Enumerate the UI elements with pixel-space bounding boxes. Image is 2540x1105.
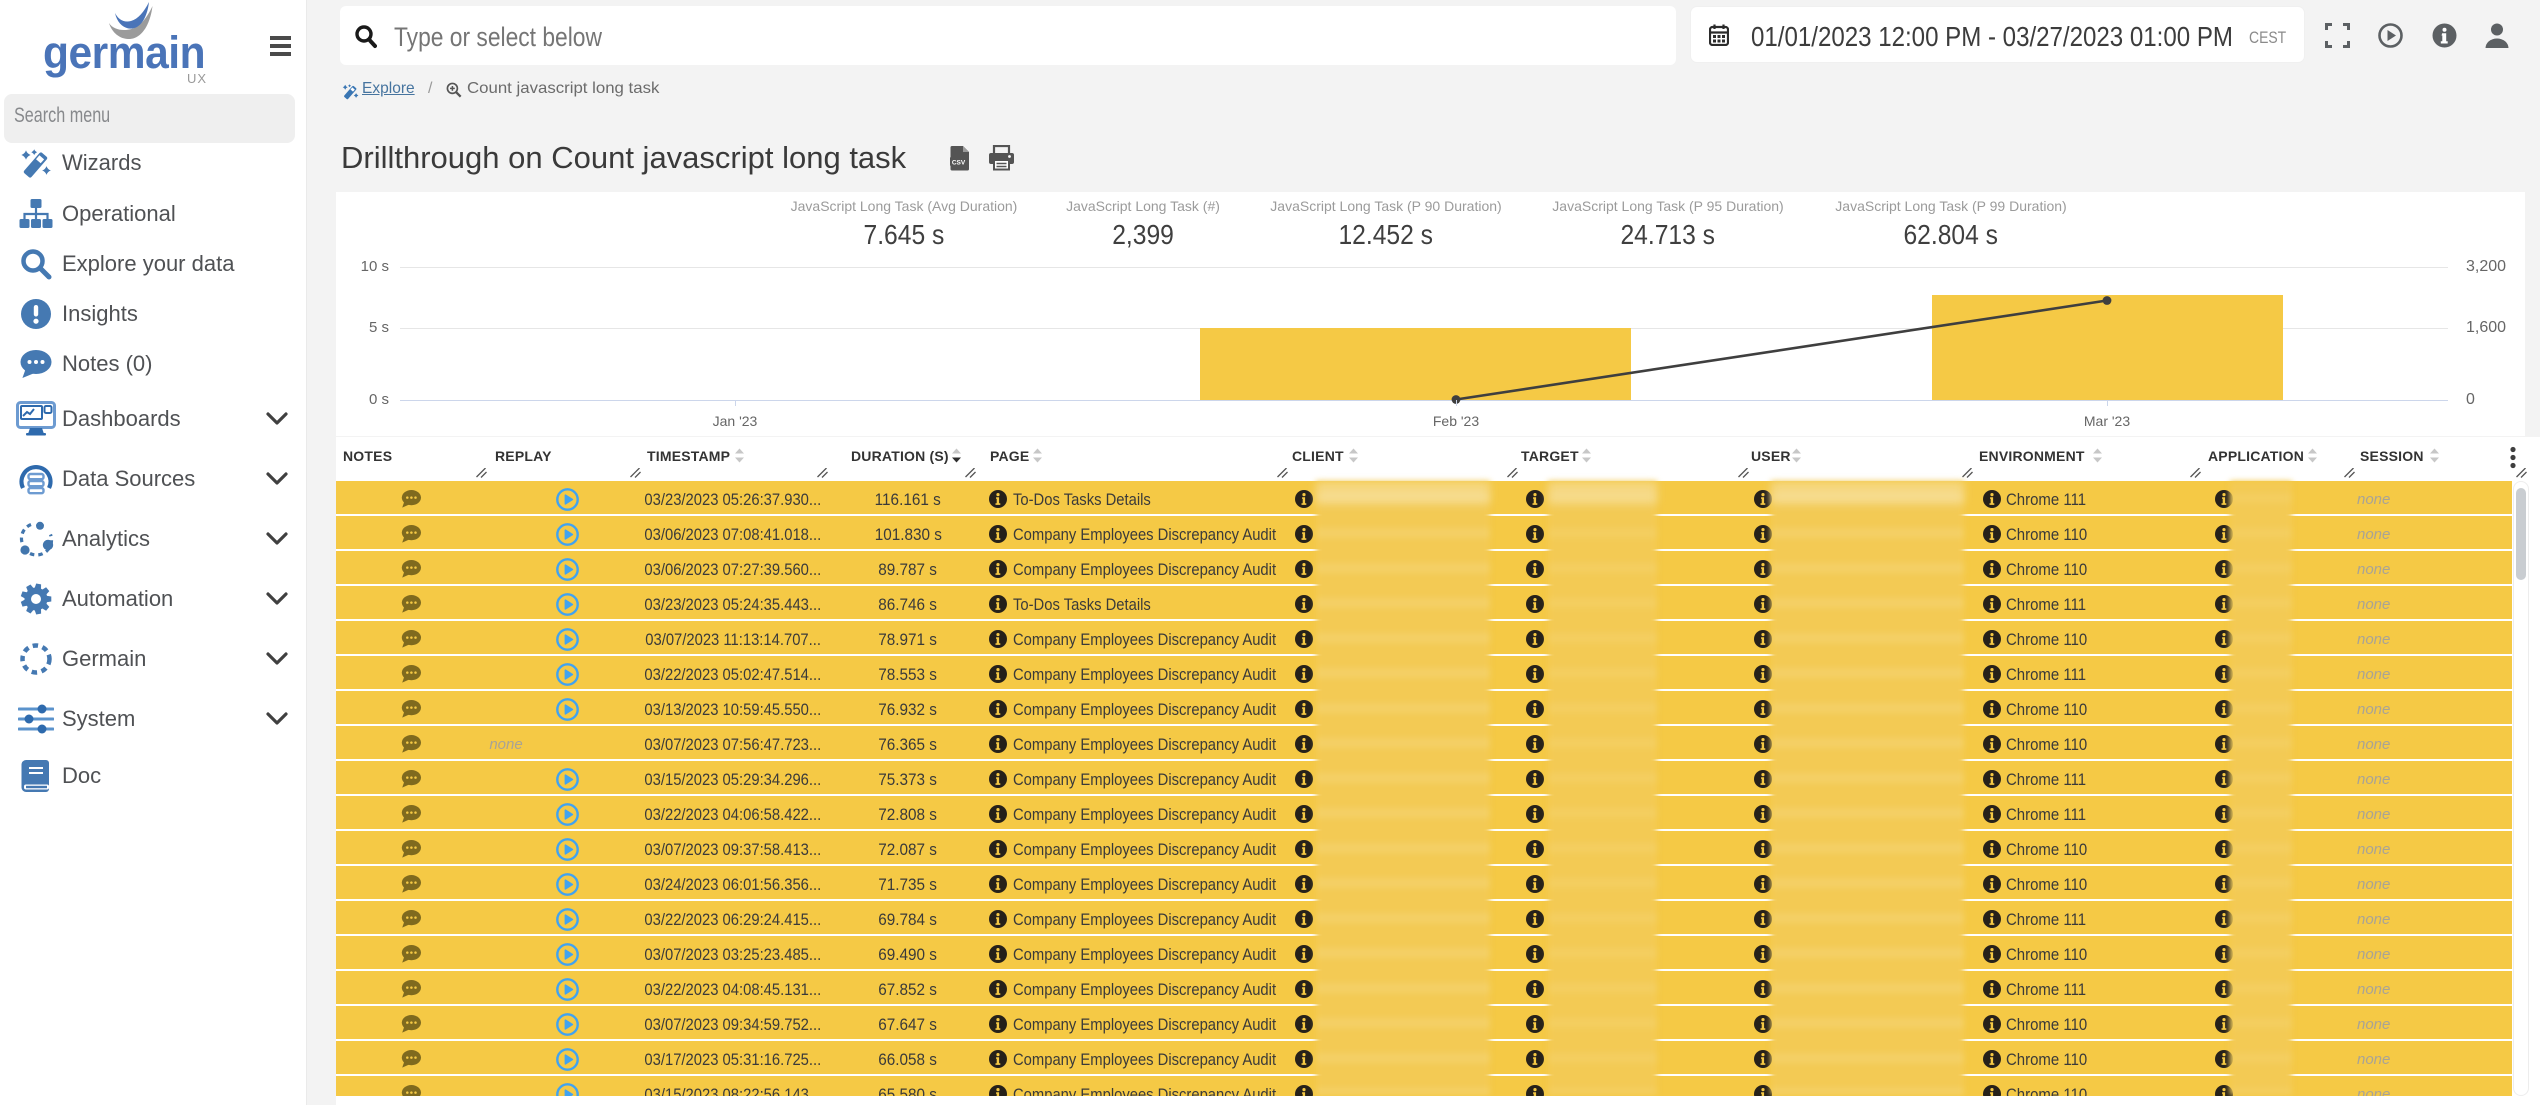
svg-text:CSV: CSV <box>952 159 966 166</box>
